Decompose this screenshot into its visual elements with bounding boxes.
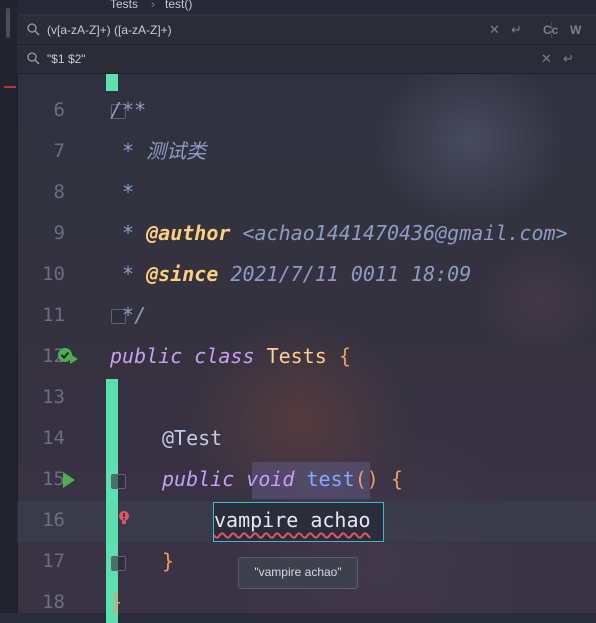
brace: { (390, 467, 403, 491)
parens: () (354, 467, 379, 491)
strip-scrollbar[interactable] (6, 8, 10, 38)
fold-icon[interactable] (111, 556, 126, 571)
clear-icon[interactable]: ✕ (489, 22, 500, 38)
keyword: class (194, 344, 255, 368)
code-line: * @since 2021/7/11 0011 18:09 (110, 254, 471, 295)
newline-icon[interactable]: ↵ (563, 51, 574, 67)
line-number: 18 (42, 591, 65, 613)
comment-text: * (110, 262, 147, 286)
brace: } (162, 549, 175, 573)
error-marker (4, 86, 16, 88)
breadcrumb-method[interactable]: test() (165, 0, 192, 10)
line-number: 8 (53, 181, 65, 203)
code-line: * (110, 180, 135, 204)
keyword: public (162, 467, 235, 491)
fold-icon[interactable] (111, 474, 126, 489)
annotation: @Test (162, 426, 223, 450)
keyword: void (246, 467, 295, 491)
run-tests-icon[interactable] (57, 346, 81, 372)
brace: } (110, 590, 123, 614)
line-number: 11 (42, 304, 65, 326)
code-line: * 测试类 (110, 139, 207, 163)
tool-window-strip (0, 0, 18, 613)
line-number: 17 (42, 550, 65, 572)
error-bulb-icon[interactable] (117, 510, 131, 530)
newline-icon[interactable]: ↵ (511, 22, 522, 38)
line-number: 15 (42, 468, 65, 490)
line-number: 7 (53, 140, 65, 162)
search-icon[interactable] (26, 22, 41, 37)
brace: { (338, 344, 351, 368)
line-number: 16 (42, 509, 65, 531)
editor-gutter[interactable]: 6 7 8 9 10 11 12 13 14 15 16 17 18 (17, 70, 129, 623)
vcs-change-marker[interactable] (106, 74, 118, 91)
code-line: public void test() { (162, 459, 403, 500)
find-input[interactable]: (v[a-zA-Z]+) ([a-zA-Z]+) (47, 23, 172, 37)
breadcrumb: Tests › test() (17, 0, 596, 14)
breadcrumb-separator-icon: › (151, 0, 155, 11)
line-number: 10 (42, 263, 65, 285)
code-line: * @author <achao1441470436@gmail.com> (110, 213, 568, 254)
comment-text: <achao1441470436@gmail.com> (230, 221, 568, 245)
line-number: 9 (53, 222, 65, 244)
javadoc-tag: @author (146, 221, 231, 245)
clear-icon[interactable]: ✕ (541, 51, 552, 67)
whole-words-toggle[interactable]: W (570, 23, 581, 37)
line-number: 6 (53, 99, 65, 121)
code-line-error[interactable]: vampire achao (214, 500, 371, 541)
replace-preview-tooltip: "vampire achao" (238, 557, 358, 589)
run-icon[interactable] (62, 471, 76, 493)
code-line: /** (110, 98, 147, 122)
code-line: public class Tests { (110, 336, 351, 377)
breadcrumb-class[interactable]: Tests (110, 0, 138, 10)
comment-text: 2021/7/11 0011 18:09 (218, 262, 472, 286)
find-bar: (v[a-zA-Z]+) ([a-zA-Z]+) ✕ ↵ Cc W (17, 16, 596, 45)
comment-text: * (110, 221, 147, 245)
javadoc-tag: @since (146, 262, 219, 286)
line-number: 13 (42, 386, 65, 408)
keyword: public (110, 344, 183, 368)
code-line: */ (110, 303, 147, 327)
replace-input[interactable]: "$1 $2" (47, 52, 86, 66)
class-name: Tests (266, 344, 327, 368)
match-case-toggle[interactable]: Cc (543, 23, 558, 37)
method-name: test (306, 467, 355, 491)
line-number: 14 (42, 427, 65, 449)
search-replace-icon[interactable] (26, 51, 41, 66)
